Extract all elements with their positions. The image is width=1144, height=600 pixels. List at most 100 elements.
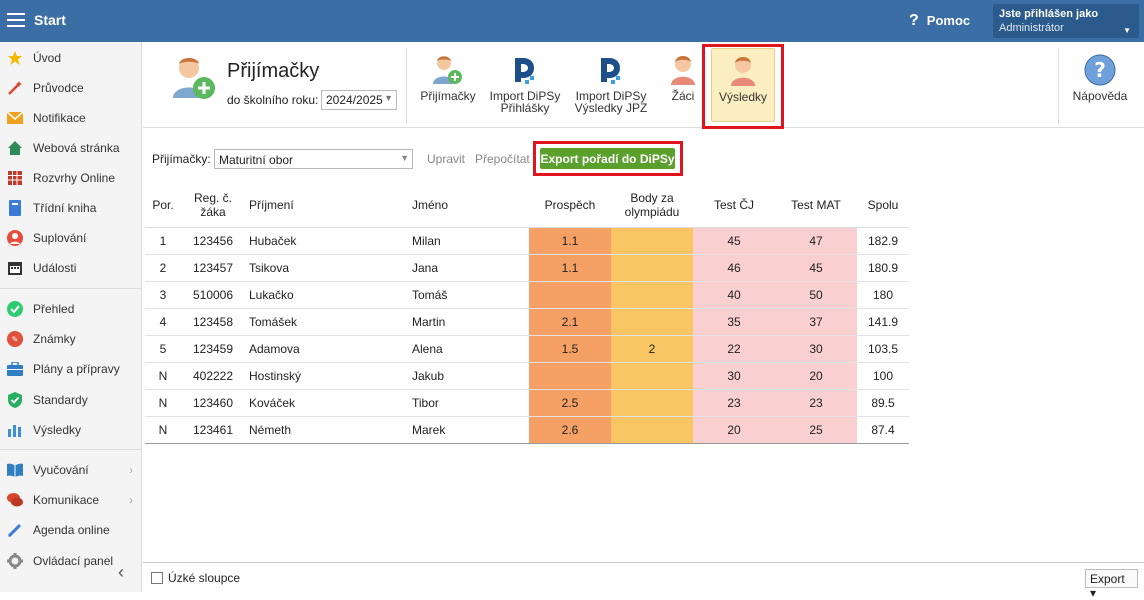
- cell-por: 3: [145, 281, 181, 309]
- col-test-mat[interactable]: Test MAT: [775, 183, 857, 228]
- book-icon: [7, 200, 23, 216]
- star-icon: [7, 50, 23, 66]
- help-label: Pomoc: [926, 13, 971, 28]
- sidebar-item-suplovani[interactable]: Suplování: [0, 223, 141, 253]
- narrow-columns-label: Úzké sloupce: [168, 571, 241, 585]
- col-jmeno[interactable]: Jméno: [408, 183, 529, 228]
- table-row[interactable]: 5 123459 Adamova Alena 1.5 2 22 30 103.5: [145, 335, 909, 363]
- cell-prijmeni: Adamova: [245, 335, 408, 363]
- admissions-button[interactable]: Přijímačky: [417, 46, 479, 126]
- table-row[interactable]: N 123460 Kováček Tibor 2.5 23 23 89.5: [145, 389, 909, 417]
- svg-text:✎: ✎: [12, 335, 19, 344]
- sidebar-item-prehled[interactable]: Přehled: [0, 294, 141, 324]
- module-toolbar: Přijímačky do školního roku: 2024/2025 ▼ …: [143, 42, 1144, 128]
- help-button[interactable]: ? Nápověda: [1068, 46, 1132, 126]
- dipsy-logo-icon: [573, 54, 649, 86]
- user-label: Jste přihlášen jako: [999, 8, 1099, 20]
- sidebar-item-standardy[interactable]: Standardy: [0, 385, 141, 415]
- sidebar-item-udalosti[interactable]: Události: [0, 253, 141, 283]
- user-menu[interactable]: Jste přihlášen jako Administrátor ▼: [993, 4, 1139, 38]
- cell-spolu: 180.9: [857, 254, 909, 282]
- school-year-select[interactable]: 2024/2025 ▼: [321, 90, 397, 110]
- col-spolu[interactable]: Spolu: [857, 183, 909, 228]
- start-link[interactable]: Start: [34, 12, 66, 28]
- cell-reg: 123456: [181, 227, 245, 255]
- edit-link[interactable]: Upravit: [427, 152, 465, 166]
- sidebar-item-label: Výsledky: [33, 423, 82, 437]
- sidebar-item-label: Známky: [33, 332, 76, 346]
- cell-body: [611, 389, 693, 417]
- cell-prijmeni: Tomášek: [245, 308, 408, 336]
- sidebar-item-rozvrhy[interactable]: Rozvrhy Online: [0, 163, 141, 193]
- highlight-frame-export: [533, 141, 683, 176]
- person-add-icon: [417, 54, 479, 86]
- admissions-select[interactable]: Maturitní obor ▼: [214, 149, 413, 169]
- cell-reg: 402222: [181, 362, 245, 390]
- table-row[interactable]: 2 123457 Tsikova Jana 1.1 46 45 180.9: [145, 254, 909, 282]
- cell-mat: 30: [775, 335, 857, 363]
- table-row[interactable]: 3 510006 Lukačko Tomáš 40 50 180: [145, 281, 909, 309]
- col-test-cj[interactable]: Test ČJ: [693, 183, 775, 228]
- col-body[interactable]: Body za olympiádu: [611, 183, 693, 228]
- sidebar-item-znamky[interactable]: ✎ Známky: [0, 324, 141, 354]
- sidebar-item-vyucovani[interactable]: Vyučování ›: [0, 455, 141, 485]
- filter-label: Přijímačky:: [152, 152, 211, 166]
- table-row[interactable]: 1 123456 Hubaček Milan 1.1 45 47 182.9: [145, 227, 909, 255]
- col-por[interactable]: Por.: [145, 183, 181, 228]
- cell-spolu: 87.4: [857, 416, 909, 444]
- cell-body: [611, 416, 693, 444]
- calendar-icon: [7, 260, 23, 276]
- grades-icon: ✎: [7, 331, 23, 347]
- cell-cj: 45: [693, 227, 775, 255]
- cell-jmeno: Martin: [408, 308, 529, 336]
- import-dipsy-applications-button[interactable]: Import DiPSy Přihlášky: [487, 46, 563, 126]
- sidebar: Úvod Průvodce Notifikace Webová stránka …: [0, 42, 142, 592]
- table-row[interactable]: 4 123458 Tomášek Martin 2.1 35 37 141.9: [145, 308, 909, 336]
- sidebar-item-uvod[interactable]: Úvod: [0, 43, 141, 73]
- table-row[interactable]: N 402222 Hostinský Jakub 30 20 100: [145, 362, 909, 390]
- top-bar: Start ? Pomoc Jste přihlášen jako Adminis…: [0, 0, 1144, 42]
- sidebar-divider: [0, 288, 141, 289]
- export-dropdown-button[interactable]: Export ▾: [1085, 569, 1138, 600]
- highlight-frame-results: [702, 44, 784, 129]
- toolbar-divider: [1058, 48, 1059, 124]
- sidebar-item-komunikace[interactable]: Komunikace ›: [0, 485, 141, 515]
- svg-text:?: ?: [1094, 58, 1106, 82]
- recalculate-link[interactable]: Přepočítat: [475, 152, 530, 166]
- cell-prospech: [529, 281, 611, 309]
- gear-icon: [7, 553, 23, 569]
- import-dipsy-results-button[interactable]: Import DiPSy Výsledky JPZ: [573, 46, 649, 126]
- sidebar-item-pruvodce[interactable]: Průvodce: [0, 73, 141, 103]
- chevron-down-icon: ▼: [384, 93, 393, 103]
- sidebar-item-plany[interactable]: Plány a přípravy: [0, 354, 141, 384]
- help-link[interactable]: ? Pomoc: [909, 12, 970, 30]
- cell-cj: 35: [693, 308, 775, 336]
- hamburger-menu-icon[interactable]: [7, 13, 25, 27]
- sidebar-item-webova-stranka[interactable]: Webová stránka: [0, 133, 141, 163]
- cell-spolu: 103.5: [857, 335, 909, 363]
- table-row[interactable]: N 123461 Németh Marek 2.6 20 25 87.4: [145, 416, 909, 444]
- book-open-icon: [7, 462, 23, 478]
- cell-jmeno: Milan: [408, 227, 529, 255]
- sidebar-item-tridni-kniha[interactable]: Třídní kniha: [0, 193, 141, 223]
- collapse-sidebar-icon[interactable]: ‹: [118, 562, 124, 583]
- sidebar-divider: [0, 449, 141, 450]
- students-button[interactable]: Žáci: [663, 46, 703, 126]
- sidebar-item-agenda[interactable]: Agenda online: [0, 515, 141, 545]
- cell-prijmeni: Tsikova: [245, 254, 408, 282]
- narrow-columns-checkbox[interactable]: [151, 572, 163, 584]
- cell-body: [611, 227, 693, 255]
- cell-jmeno: Jana: [408, 254, 529, 282]
- user-name: Administrátor: [999, 22, 1064, 34]
- col-prijmeni[interactable]: Příjmení: [245, 183, 408, 228]
- col-prospech[interactable]: Prospěch: [529, 183, 611, 228]
- sidebar-item-notifikace[interactable]: Notifikace: [0, 103, 141, 133]
- sidebar-item-label: Průvodce: [33, 81, 84, 95]
- sidebar-item-vysledky[interactable]: Výsledky: [0, 415, 141, 445]
- briefcase-icon: [7, 361, 23, 377]
- col-reg[interactable]: Reg. č. žáka: [181, 183, 245, 228]
- table-header-row: Por. Reg. č. žáka Příjmení Jméno Prospěch…: [145, 183, 909, 228]
- student-icon: [663, 54, 703, 86]
- students-button-label: Žáci: [671, 89, 695, 103]
- bar-chart-icon: [7, 422, 23, 438]
